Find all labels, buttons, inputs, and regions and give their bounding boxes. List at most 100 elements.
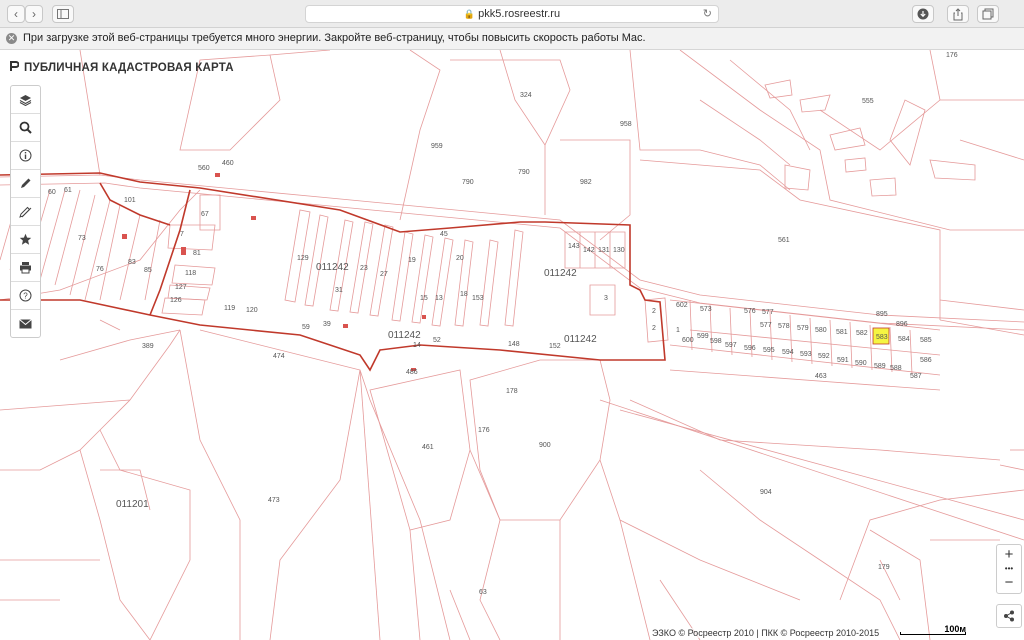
- parcel-number-label: 555: [862, 98, 874, 105]
- sidebar-icon: [57, 9, 69, 19]
- parcel-number-label: 7: [180, 231, 184, 238]
- tabs-button[interactable]: [977, 5, 999, 23]
- parcel-number-label: 101: [124, 197, 136, 204]
- forward-button[interactable]: ›: [25, 5, 43, 23]
- parcel-number-label: 81: [193, 250, 201, 257]
- parcel-number-label: 176: [478, 427, 490, 434]
- parcel-number-label: 148: [508, 341, 520, 348]
- draw-tool[interactable]: [11, 170, 40, 198]
- parcel-number-label: 39: [323, 321, 331, 328]
- map-tools-panel: ?: [10, 85, 41, 338]
- zoom-out-button[interactable]: −: [997, 573, 1021, 593]
- zoom-control: + ••• −: [996, 544, 1022, 594]
- layers-icon: [19, 94, 32, 106]
- sidebar-button[interactable]: [52, 5, 74, 23]
- parcel-number-label: 560: [198, 165, 210, 172]
- back-button[interactable]: ‹: [7, 5, 25, 23]
- parcel-number-label: 011242: [564, 334, 597, 345]
- star-icon: [19, 233, 32, 245]
- share-map-button[interactable]: [996, 604, 1022, 628]
- parcel-number-label: 76: [96, 266, 104, 273]
- info-tool[interactable]: [11, 142, 40, 170]
- cadastral-map[interactable]: 324 958 176 555 790 790 982 561 959 560 …: [0, 50, 1024, 640]
- parcel-number-label: 895: [876, 311, 888, 318]
- zoom-in-button[interactable]: +: [997, 545, 1021, 565]
- measure-tool[interactable]: [11, 198, 40, 226]
- parcel-number-label: 176: [946, 52, 958, 59]
- parcel-number-label: 584: [898, 336, 910, 343]
- parcel-number-label: 27: [380, 271, 388, 278]
- parcel-number-label: 586: [920, 357, 932, 364]
- parcel-number-label: 600: [682, 337, 694, 344]
- parcel-number-label: 583: [876, 334, 888, 341]
- parcel-number-label: 958: [620, 121, 632, 128]
- parcel-number-label: 582: [856, 330, 868, 337]
- share-button[interactable]: [947, 5, 969, 23]
- parcel-number-label: 126: [170, 297, 182, 304]
- info-icon: [19, 149, 32, 162]
- parcel-number-label: 577: [762, 309, 774, 316]
- parcel-number-label: 15: [420, 295, 428, 302]
- parcel-number-label: 587: [910, 373, 922, 380]
- parcel-number-label: 461: [422, 444, 434, 451]
- parcel-number-label: 011242: [544, 268, 577, 279]
- map-attribution: ЭЗКО © Росреестр 2010 | ПКК © Росреестр …: [652, 628, 880, 638]
- parcel-number-label: 011242: [388, 330, 421, 341]
- parcel-number-label: 578: [778, 323, 790, 330]
- search-icon: [19, 121, 32, 134]
- chevron-right-icon: ›: [32, 7, 36, 21]
- parcel-number-label: 45: [440, 231, 448, 238]
- parcel-number-label: 85: [144, 267, 152, 274]
- reload-icon[interactable]: ↻: [703, 6, 712, 22]
- parcel-number-label: 20: [456, 255, 464, 262]
- favorites-tool[interactable]: [11, 226, 40, 254]
- parcel-number-label: 324: [520, 92, 532, 99]
- parcel-number-label: 589: [874, 363, 886, 370]
- parcel-number-label: 2: [652, 325, 656, 332]
- parcel-number-label: 594: [782, 349, 794, 356]
- parcel-number-label: 580: [815, 327, 827, 334]
- feedback-tool[interactable]: [11, 310, 40, 337]
- svg-text:?: ?: [23, 292, 28, 301]
- parcel-number-label: 2: [652, 308, 656, 315]
- address-bar[interactable]: 🔒 pkk5.rosreestr.ru ↻: [305, 5, 719, 23]
- parcel-number-label: 561: [778, 237, 790, 244]
- parcel-number-label: 143: [568, 243, 580, 250]
- parcel-number-label: 011201: [116, 499, 149, 510]
- help-tool[interactable]: ?: [11, 282, 40, 310]
- parcel-number-label: 460: [222, 160, 234, 167]
- parcel-labels: 324 958 176 555 790 790 982 561 959 560 …: [22, 52, 958, 596]
- parcel-number-label: 599: [697, 333, 709, 340]
- parcel-number-label: 127: [175, 284, 187, 291]
- parcel-number-label: 596: [744, 345, 756, 352]
- browser-toolbar: ‹ › 🔒 pkk5.rosreestr.ru ↻: [0, 0, 1024, 28]
- notice-text: При загрузке этой веб-страницы требуется…: [23, 32, 646, 44]
- parcel-number-label: 597: [725, 342, 737, 349]
- map-canvas[interactable]: 324 958 176 555 790 790 982 561 959 560 …: [0, 50, 1024, 640]
- parcel-number-label: 595: [763, 347, 775, 354]
- parcel-number-label: 590: [855, 360, 867, 367]
- parcel-number-label: 790: [462, 179, 474, 186]
- downloads-button[interactable]: [912, 5, 934, 23]
- app-title-text: ПУБЛИЧНАЯ КАДАСТРОВАЯ КАРТА: [24, 62, 234, 74]
- parcel-number-label: 129: [297, 255, 309, 262]
- question-icon: ?: [19, 289, 32, 302]
- parcel-number-label: 19: [408, 257, 416, 264]
- lock-icon: 🔒: [463, 9, 476, 19]
- parcel-number-label: 593: [800, 351, 812, 358]
- url-text: pkk5.rosreestr.ru: [478, 8, 561, 20]
- parcel-number-label: 3: [604, 295, 608, 302]
- parcel-number-label: 486: [406, 369, 418, 376]
- layers-tool[interactable]: [11, 86, 40, 114]
- parcel-number-label: 896: [896, 321, 908, 328]
- search-tool[interactable]: [11, 114, 40, 142]
- close-notice-icon[interactable]: ✕: [6, 33, 17, 44]
- zoom-level-dots: •••: [1004, 564, 1014, 573]
- share-icon: [953, 8, 963, 21]
- print-tool[interactable]: [11, 254, 40, 282]
- parcel-number-label: 131: [598, 247, 610, 254]
- parcel-number-label: 982: [580, 179, 592, 186]
- parcel-number-label: 579: [797, 325, 809, 332]
- parcel-number-label: 576: [744, 308, 756, 315]
- parcel-number-label: 120: [246, 307, 258, 314]
